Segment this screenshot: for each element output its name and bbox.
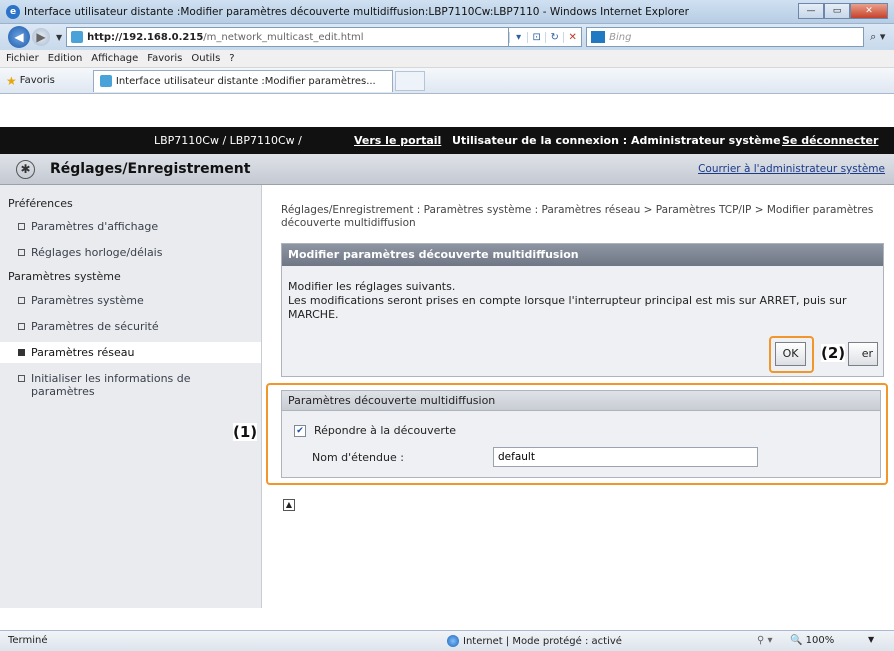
cancel-button[interactable]: er bbox=[848, 342, 878, 366]
sidebar: Préférences Paramètres d'affichage Régla… bbox=[0, 185, 262, 608]
window-title: Interface utilisateur distante :Modifier… bbox=[24, 5, 689, 18]
annotation-highlight-1 bbox=[266, 383, 888, 485]
page-header-spacer bbox=[0, 94, 894, 127]
sidebar-item-label: Paramètres d'affichage bbox=[31, 220, 159, 233]
page-topbar: LBP7110Cw / LBP7110Cw / Vers le portail … bbox=[0, 127, 894, 154]
minimize-button[interactable]: — bbox=[798, 3, 824, 19]
annotation-label-1: (1) bbox=[233, 423, 258, 441]
security-zone[interactable]: Internet | Mode protégé : activé bbox=[447, 635, 622, 647]
page-top-icon[interactable]: ▲ bbox=[283, 499, 295, 511]
close-button[interactable]: ✕ bbox=[850, 3, 888, 19]
portal-link[interactable]: Vers le portail bbox=[354, 134, 441, 147]
zoom-value: 100% bbox=[805, 635, 835, 646]
bullet-icon bbox=[18, 375, 25, 382]
bullet-icon bbox=[18, 249, 25, 256]
menu-item-outils[interactable]: Outils bbox=[191, 53, 220, 64]
forward-button[interactable]: ▶ bbox=[32, 28, 50, 46]
window-controls: — ▭ ✕ bbox=[798, 3, 888, 19]
ie-logo-icon: e bbox=[6, 4, 20, 19]
browser-tab[interactable]: Interface utilisateur distante :Modifier… bbox=[92, 69, 393, 92]
bing-logo-icon bbox=[591, 31, 606, 43]
status-bar: Terminé Internet | Mode protégé : activé… bbox=[0, 630, 894, 651]
stop-icon[interactable]: ✕ bbox=[563, 31, 581, 43]
favorites-bar: ★ Favoris Interface utilisateur distante… bbox=[0, 68, 894, 94]
refresh-icon[interactable]: ↻ bbox=[545, 31, 563, 43]
favorites-star-icon[interactable]: ★ bbox=[6, 74, 17, 88]
zoom-dropdown-icon[interactable]: ▼ bbox=[868, 635, 874, 644]
sidebar-item-display-settings[interactable]: Paramètres d'affichage bbox=[18, 220, 158, 233]
bullet-icon bbox=[18, 297, 25, 304]
edit-panel-body: Modifier les réglages suivants. Les modi… bbox=[282, 266, 883, 322]
instruction-line-1: Modifier les réglages suivants. bbox=[288, 280, 456, 293]
maximize-button[interactable]: ▭ bbox=[824, 3, 850, 19]
sidebar-section-preferences: Préférences bbox=[8, 197, 73, 210]
category-bar: ✱ Réglages/Enregistrement Courrier à l'a… bbox=[0, 154, 894, 185]
sidebar-item-label: Paramètres de sécurité bbox=[31, 320, 159, 333]
login-user: Utilisateur de la connexion : Administra… bbox=[452, 134, 781, 147]
annotation-label-2: (2) bbox=[821, 344, 846, 362]
globe-icon bbox=[447, 635, 459, 647]
mail-admin-link[interactable]: Courrier à l'administrateur système bbox=[698, 163, 885, 175]
sidebar-item-label: Paramètres réseau bbox=[31, 346, 135, 359]
history-dropdown-icon[interactable]: ▼ bbox=[56, 33, 62, 42]
url-input[interactable]: http://192.168.0.215 /m_network_multicas… bbox=[66, 27, 510, 47]
tab-title: Interface utilisateur distante :Modifier… bbox=[115, 75, 376, 87]
breadcrumb: Réglages/Enregistrement : Paramètres sys… bbox=[281, 204, 874, 229]
menu-bar: Fichier Edition Affichage Favoris Outils… bbox=[0, 50, 894, 68]
menu-item-favoris[interactable]: Favoris bbox=[147, 53, 182, 64]
search-icon[interactable]: ⌕ ▾ bbox=[870, 30, 885, 44]
sidebar-item-network-settings[interactable]: Paramètres réseau bbox=[18, 346, 134, 359]
menu-item-help[interactable]: ? bbox=[229, 53, 234, 64]
instruction-line-2: Les modifications seront prises en compt… bbox=[288, 294, 847, 321]
bullet-icon bbox=[18, 223, 25, 230]
sidebar-item-label: Paramètres système bbox=[31, 294, 144, 307]
sidebar-item-system-settings[interactable]: Paramètres système bbox=[18, 294, 144, 307]
sidebar-item-clock-settings[interactable]: Réglages horloge/délais bbox=[18, 246, 162, 259]
device-model: LBP7110Cw / LBP7110Cw / bbox=[154, 134, 302, 147]
edit-panel-title: Modifier paramètres découverte multidiff… bbox=[282, 244, 883, 266]
category-title: Réglages/Enregistrement bbox=[50, 161, 251, 177]
sidebar-item-security-settings[interactable]: Paramètres de sécurité bbox=[18, 320, 159, 333]
menu-item-fichier[interactable]: Fichier bbox=[6, 53, 39, 64]
zoom-level[interactable]: 🔍 100% bbox=[790, 635, 834, 646]
window-titlebar: e Interface utilisateur distante :Modifi… bbox=[0, 0, 894, 24]
compat-view-icon[interactable]: ⊡ bbox=[527, 31, 545, 43]
address-bar: ◀ ▶ ▼ http://192.168.0.215 /m_network_mu… bbox=[0, 24, 894, 50]
sidebar-item-label: Réglages horloge/délais bbox=[31, 246, 163, 259]
sidebar-item-label: Initialiser les informations de paramètr… bbox=[31, 372, 191, 398]
bullet-icon bbox=[18, 349, 25, 356]
url-host: http://192.168.0.215 bbox=[87, 31, 204, 43]
new-tab-button[interactable] bbox=[394, 70, 425, 91]
dropdown-icon[interactable]: ▾ bbox=[509, 31, 527, 43]
protected-mode-icon[interactable]: ⚲ ▾ bbox=[757, 635, 773, 646]
tab-favicon-icon bbox=[99, 75, 112, 87]
status-text: Terminé bbox=[8, 635, 48, 646]
url-path: /m_network_multicast_edit.html bbox=[203, 31, 364, 43]
address-tools: ▾ ⊡ ↻ ✕ bbox=[509, 27, 583, 47]
menu-item-edition[interactable]: Edition bbox=[48, 53, 83, 64]
search-placeholder: Bing bbox=[609, 31, 632, 43]
favorites-button[interactable]: Favoris bbox=[20, 75, 55, 86]
menu-item-affichage[interactable]: Affichage bbox=[91, 53, 138, 64]
search-input[interactable]: Bing bbox=[586, 27, 865, 47]
sidebar-section-system: Paramètres système bbox=[8, 270, 121, 283]
back-button[interactable]: ◀ bbox=[8, 26, 30, 48]
settings-gear-icon: ✱ bbox=[16, 160, 35, 179]
page-favicon-icon bbox=[71, 31, 84, 43]
logout-link[interactable]: Se déconnecter bbox=[782, 134, 878, 147]
sidebar-item-initialize-settings[interactable]: Initialiser les informations de paramètr… bbox=[18, 372, 248, 398]
security-zone-label: Internet | Mode protégé : activé bbox=[463, 635, 622, 647]
bullet-icon bbox=[18, 323, 25, 330]
annotation-highlight-2 bbox=[769, 336, 814, 373]
content-blank-area bbox=[0, 608, 894, 630]
